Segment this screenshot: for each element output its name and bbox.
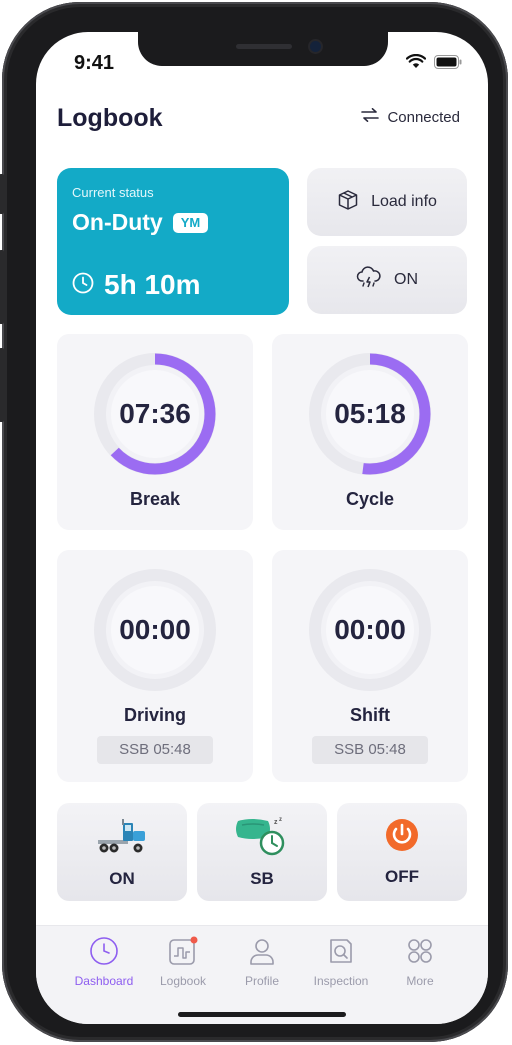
status-bar-time: 9:41 <box>74 52 115 74</box>
volume-down-button <box>0 348 4 422</box>
tab-profile-label: Profile <box>244 974 279 988</box>
wifi-icon <box>406 54 426 69</box>
break-timer-value: 07:36 <box>119 398 191 429</box>
home-indicator[interactable] <box>178 1012 346 1017</box>
status-bar-icons <box>406 54 462 69</box>
svg-text:z: z <box>274 819 278 826</box>
driving-timer-label: Driving <box>123 705 186 725</box>
notch <box>138 32 388 66</box>
weather-state-label: ON <box>394 271 418 288</box>
current-status-state: On-Duty YM <box>72 209 209 236</box>
ym-badge: YM <box>172 212 209 233</box>
status-duration: 5h 10m <box>72 269 201 301</box>
break-timer-label: Break <box>129 489 181 509</box>
current-status-label: Current status <box>72 185 154 200</box>
shift-timer-label: Shift <box>350 705 390 725</box>
battery-icon <box>434 54 462 69</box>
sleeper-berth-button[interactable]: z z SB <box>197 803 327 901</box>
power-icon <box>382 815 422 860</box>
tab-inspection-label: Inspection <box>313 974 369 988</box>
tab-dashboard-label: Dashboard <box>74 974 134 988</box>
page-title: Logbook <box>57 104 163 132</box>
load-info-button[interactable]: Load info <box>307 168 467 236</box>
clock-icon <box>72 269 94 301</box>
off-duty-label: OFF <box>385 867 419 886</box>
tab-profile[interactable]: Profile <box>222 934 302 988</box>
tab-more[interactable]: More <box>380 934 460 988</box>
clock-icon <box>89 936 119 971</box>
driving-timer-value: 00:00 <box>119 614 191 645</box>
shift-ssb-chip: SSB 05:48 <box>312 736 428 764</box>
screen: 9:41 Logbook Connected Current status On… <box>36 32 488 1024</box>
sleeper-berth-label: SB <box>250 869 274 888</box>
weather-toggle-button[interactable]: ON <box>307 246 467 314</box>
tab-dashboard[interactable]: Dashboard <box>64 934 144 988</box>
front-camera <box>310 41 321 52</box>
storm-cloud-icon <box>356 265 382 295</box>
cycle-timer-value: 05:18 <box>334 398 406 429</box>
svg-text:z: z <box>279 817 282 823</box>
phone-frame: 9:41 Logbook Connected Current status On… <box>0 2 508 1042</box>
duration-text: 5h 10m <box>104 269 201 300</box>
tab-logbook-label: Logbook <box>159 974 207 988</box>
shift-timer-value: 00:00 <box>334 614 406 645</box>
swap-arrows-icon <box>361 108 380 126</box>
truck-icon <box>96 815 148 862</box>
break-timer-card[interactable]: 07:36 Break <box>57 334 253 530</box>
load-info-label: Load info <box>371 193 437 210</box>
tab-inspection[interactable]: Inspection <box>301 934 381 988</box>
driving-timer-card[interactable]: 00:00 Driving SSB 05:48 <box>57 550 253 782</box>
speaker-grille <box>236 44 292 49</box>
tab-more-label: More <box>406 974 434 988</box>
inspection-search-icon <box>326 936 356 971</box>
bottom-tab-bar: Dashboard Logbook Profile Inspection Mor… <box>36 925 488 1024</box>
grid-icon <box>405 936 435 971</box>
sleeper-pillow-icon: z z <box>234 815 290 864</box>
on-duty-label: ON <box>109 869 135 888</box>
on-duty-button[interactable]: ON <box>57 803 187 901</box>
connection-status[interactable]: Connected <box>361 108 460 126</box>
volume-up-button <box>0 250 4 324</box>
connection-label: Connected <box>387 108 460 126</box>
cycle-timer-card[interactable]: 05:18 Cycle <box>272 334 468 530</box>
shift-timer-card[interactable]: 00:00 Shift SSB 05:48 <box>272 550 468 782</box>
box-icon <box>337 189 359 216</box>
logbook-graph-icon <box>167 935 199 972</box>
person-icon <box>247 936 277 971</box>
mute-switch <box>0 174 4 214</box>
driving-ssb-chip: SSB 05:48 <box>97 736 213 764</box>
current-status-card[interactable]: Current status On-Duty YM 5h 10m <box>57 168 289 315</box>
off-duty-button[interactable]: OFF <box>337 803 467 901</box>
cycle-timer-label: Cycle <box>345 489 395 509</box>
tab-logbook[interactable]: Logbook <box>143 934 223 988</box>
duty-state-text: On-Duty <box>72 209 163 235</box>
